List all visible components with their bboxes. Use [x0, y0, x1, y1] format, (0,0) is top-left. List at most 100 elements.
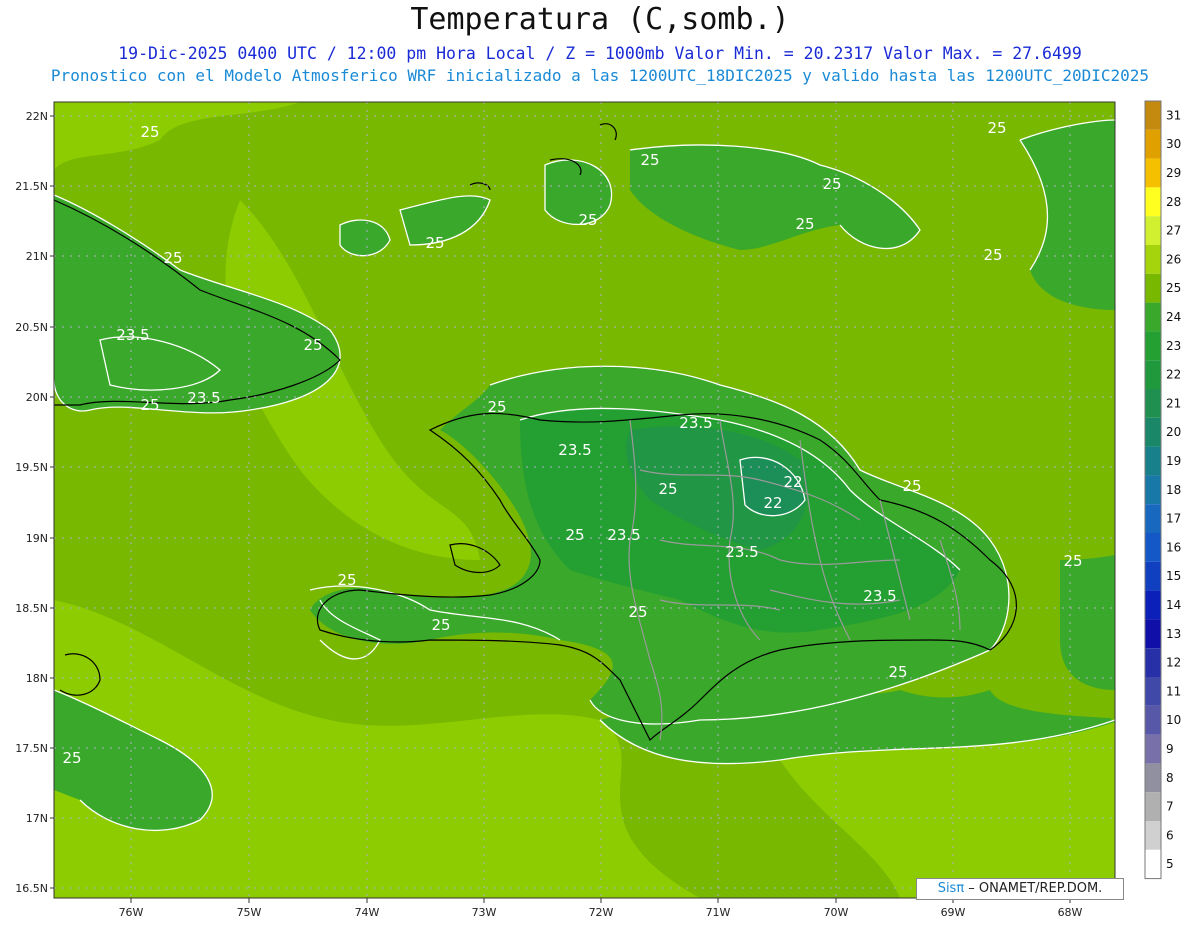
colorbar-label: 28 — [1166, 195, 1181, 209]
colorbar-swatch — [1145, 533, 1161, 562]
colorbar-swatch — [1145, 677, 1161, 706]
region-puerto-rico — [1060, 555, 1115, 690]
subtitle-valid-time: 19-Dic-2025 0400 UTC / 12:00 pm Hora Loc… — [118, 44, 1082, 63]
colorbar-label: 20 — [1166, 425, 1181, 439]
footer-org: – ONAMET/REP.DOM. — [964, 881, 1103, 896]
longitude-label: 69W — [941, 906, 966, 919]
contour-label: 25 — [487, 398, 506, 416]
colorbar-label: 29 — [1166, 166, 1181, 180]
longitude-label: 72W — [589, 906, 614, 919]
colorbar-swatch — [1145, 734, 1161, 764]
colorbar-swatch — [1145, 389, 1161, 418]
colorbar-swatch — [1145, 475, 1161, 505]
longitude-label: 68W — [1058, 906, 1083, 919]
colorbar-swatch — [1145, 273, 1161, 303]
sispi-logo-text: Sisπ — [937, 881, 965, 896]
contour-label: 25 — [658, 480, 677, 498]
contour-label: 25 — [578, 211, 597, 229]
contour-label: 23.5 — [558, 441, 591, 459]
colorbar-label: 7 — [1166, 800, 1174, 814]
colorbar-swatch — [1145, 705, 1161, 735]
contour-label: 25 — [987, 119, 1006, 137]
latitude-label: 18N — [26, 672, 48, 685]
colorbar-swatch — [1145, 302, 1161, 332]
contour-label: 25 — [425, 234, 444, 252]
colorbar-label: 16 — [1166, 540, 1181, 554]
longitude-label: 73W — [472, 906, 497, 919]
latitude-label: 17N — [26, 812, 48, 825]
contour-label: 25 — [303, 336, 322, 354]
colorbar-swatch — [1145, 158, 1161, 188]
colorbar-swatch — [1145, 331, 1161, 361]
colorbar-label: 11 — [1166, 684, 1181, 698]
latitude-label: 22N — [26, 110, 48, 123]
colorbar-swatch — [1145, 648, 1161, 677]
contour-label: 23.5 — [116, 326, 149, 344]
colorbar-label: 15 — [1166, 569, 1181, 583]
longitude-label: 70W — [824, 906, 849, 919]
colorbar-label: 31 — [1166, 108, 1181, 122]
latitude-label: 17.5N — [15, 742, 48, 755]
colorbar-label: 26 — [1166, 252, 1181, 266]
colorbar-label: 12 — [1166, 656, 1181, 670]
colorbar-swatch — [1145, 849, 1161, 879]
contour-label: 23.5 — [863, 587, 896, 605]
colorbar-swatch — [1145, 245, 1161, 274]
temperature-map: 25 25 25 25 25 25 25 25 25 25 25 25 25 25 25 25 25 25 25 25… — [15, 100, 1181, 919]
colorbar-swatch — [1145, 187, 1161, 217]
map-title: Temperatura (C,somb.) — [410, 2, 790, 37]
contour-label: 25 — [1063, 552, 1082, 570]
latitude-label: 18.5N — [15, 602, 48, 615]
contour-label: 25 — [140, 396, 159, 414]
colorbar-swatch — [1145, 446, 1161, 476]
colorbar: 31 30 29 28 27 26 25 24 23 22 21 20 19 18 17 16 15 14 13 12… — [1144, 100, 1181, 880]
colorbar-swatch — [1145, 360, 1161, 389]
longitude-label: 71W — [706, 906, 731, 919]
colorbar-label: 5 — [1166, 857, 1174, 871]
colorbar-label: 9 — [1166, 742, 1174, 756]
latitude-label: 21N — [26, 250, 48, 263]
colorbar-label: 13 — [1166, 627, 1181, 641]
colorbar-label: 23 — [1166, 339, 1181, 353]
contour-label: 25 — [888, 663, 907, 681]
colorbar-label: 27 — [1166, 224, 1181, 238]
latitude-label: 19.5N — [15, 461, 48, 474]
colorbar-swatch — [1145, 504, 1161, 533]
contour-label: 25 — [337, 571, 356, 589]
contour-label: 25 — [565, 526, 584, 544]
contour-label: 25 — [640, 151, 659, 169]
colorbar-swatch — [1145, 129, 1161, 159]
contour-label: 25 — [983, 246, 1002, 264]
contour-label: 23.5 — [607, 526, 640, 544]
latitude-label: 19N — [26, 532, 48, 545]
contour-label: 25 — [795, 215, 814, 233]
latitude-label: 20.5N — [15, 321, 48, 334]
colorbar-label: 21 — [1166, 396, 1181, 410]
longitude-label: 75W — [237, 906, 262, 919]
colorbar-label: 6 — [1166, 828, 1174, 842]
colorbar-label: 10 — [1166, 713, 1181, 727]
colorbar-swatch — [1145, 792, 1161, 821]
colorbar-swatch — [1145, 590, 1161, 620]
contour-label: 23.5 — [187, 389, 220, 407]
colorbar-swatch — [1145, 101, 1161, 130]
colorbar-label: 24 — [1166, 310, 1181, 324]
contour-label: 25 — [822, 175, 841, 193]
contour-label: 25 — [62, 749, 81, 767]
subtitle-model-info: Pronostico con el Modelo Atmosferico WRF… — [50, 66, 1150, 85]
latitude-labels: 22N 21.5N 21N 20.5N 20N 19.5N 19N 18.5N 18N 17.5N… — [15, 110, 54, 895]
colorbar-label: 14 — [1166, 598, 1181, 612]
latitude-label: 20N — [26, 391, 48, 404]
longitude-label: 76W — [119, 906, 144, 919]
contour-label: 25 — [628, 603, 647, 621]
colorbar-swatch — [1145, 619, 1161, 649]
colorbar-label: 19 — [1166, 454, 1181, 468]
latitude-label: 21.5N — [15, 180, 48, 193]
contour-label: 25 — [902, 477, 921, 495]
colorbar-swatch — [1145, 763, 1161, 793]
colorbar-swatch — [1145, 561, 1161, 591]
colorbar-label: 25 — [1166, 281, 1181, 295]
latitude-label: 16.5N — [15, 882, 48, 895]
contour-label: 22 — [763, 494, 782, 512]
contour-label: 25 — [140, 123, 159, 141]
